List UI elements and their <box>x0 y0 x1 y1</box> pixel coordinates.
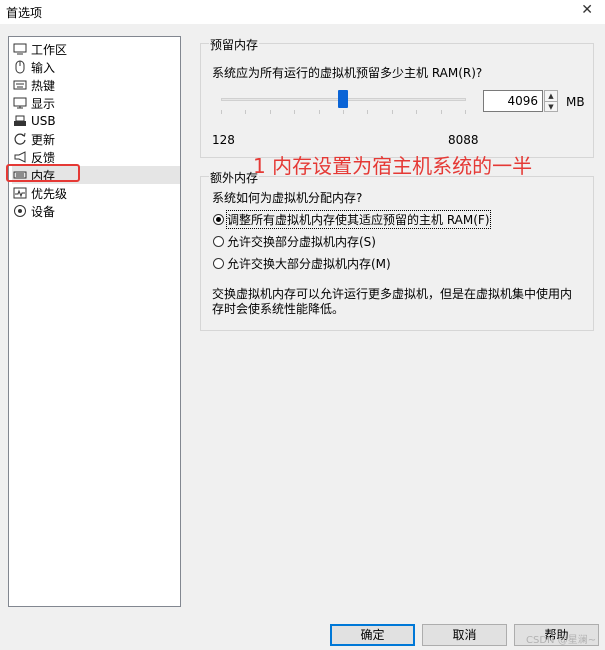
annotation-note: 1 内存设置为宿主机系统的一半 <box>253 154 533 178</box>
reserved-memory-question: 系统应为所有运行的虚拟机预留多少主机 RAM(R)? <box>212 66 483 80</box>
group-title: 预留内存 <box>209 36 260 53</box>
slider-ticks <box>221 110 466 115</box>
slider-tick <box>416 110 418 114</box>
memory-icon <box>12 168 28 182</box>
refresh-icon <box>12 132 28 146</box>
sidebar-item-feedback[interactable]: 反馈 <box>12 148 180 166</box>
sidebar-item-label: 设备 <box>31 204 56 219</box>
slider-tick <box>245 110 247 114</box>
close-icon[interactable]: ✕ <box>581 2 593 18</box>
title-bar: 首选项 ✕ <box>0 0 605 24</box>
memory-slider-thumb[interactable] <box>338 90 349 108</box>
monitor-icon <box>12 96 28 110</box>
pulse-icon <box>12 186 28 200</box>
extra-memory-group: 额外内存 系统如何为虚拟机分配内存? 调整所有虚拟机内存使其适应预留的主机 RA… <box>200 169 594 331</box>
usb-icon <box>12 114 28 128</box>
extra-memory-question: 系统如何为虚拟机分配内存? <box>212 191 363 205</box>
slider-tick <box>367 110 369 114</box>
sidebar-item-input[interactable]: 输入 <box>12 58 180 76</box>
radio-label: 允许交换部分虚拟机内存(S) <box>227 235 376 249</box>
spin-up-icon[interactable]: ▲ <box>545 91 557 101</box>
sidebar-item-display[interactable]: 显示 <box>12 94 180 112</box>
slider-tick <box>318 110 320 114</box>
reserved-memory-group: 预留内存 系统应为所有运行的虚拟机预留多少主机 RAM(R)? ▲ ▼ MB 1… <box>200 36 594 158</box>
radio-label: 允许交换大部分虚拟机内存(M) <box>227 257 391 271</box>
slider-min-label: 128 <box>212 133 235 147</box>
window-title: 首选项 <box>6 6 43 20</box>
watermark: CSDN @星澜~ <box>526 635 597 646</box>
workspace-icon <box>12 42 28 56</box>
group-title: 额外内存 <box>209 169 260 186</box>
category-list[interactable]: 工作区 输入 热键 显示 USB 更新 反馈 内存 优先级 设备 <box>8 36 181 607</box>
sidebar-item-hotkeys[interactable]: 热键 <box>12 76 180 94</box>
megaphone-icon <box>12 150 28 164</box>
description-line-2: 存时会使系统性能降低。 <box>212 302 345 316</box>
slider-max-label: 8088 <box>448 133 479 147</box>
memory-spinner[interactable]: ▲ ▼ <box>544 90 558 112</box>
memory-value-input[interactable] <box>483 90 543 112</box>
sidebar-item-label: 内存 <box>31 168 56 183</box>
slider-tick <box>221 110 222 114</box>
sidebar-item-label: USB <box>31 114 56 128</box>
spin-down-icon[interactable]: ▼ <box>545 101 557 112</box>
radio-swap-most[interactable]: 允许交换大部分虚拟机内存(M) <box>213 255 391 272</box>
ok-button[interactable]: 确定 <box>330 624 415 646</box>
slider-tick <box>294 110 296 114</box>
sidebar-item-label: 显示 <box>31 96 56 111</box>
keyboard-icon <box>12 78 28 92</box>
radio-button[interactable] <box>213 258 224 269</box>
slider-tick <box>391 110 393 114</box>
sidebar-item-label: 反馈 <box>31 150 56 165</box>
slider-tick <box>440 110 442 114</box>
sidebar-item-memory[interactable]: 内存 <box>12 166 180 184</box>
sidebar-item-devices[interactable]: 设备 <box>12 202 180 220</box>
mouse-icon <box>12 60 28 74</box>
device-icon <box>12 204 28 218</box>
slider-tick <box>269 110 271 114</box>
slider-tick <box>343 110 344 114</box>
slider-tick <box>465 110 466 114</box>
sidebar-item-label: 工作区 <box>31 42 68 57</box>
sidebar-item-priority[interactable]: 优先级 <box>12 184 180 202</box>
radio-adjust-memory[interactable]: 调整所有虚拟机内存使其适应预留的主机 RAM(F) <box>213 210 491 229</box>
sidebar-item-workspace[interactable]: 工作区 <box>12 40 180 58</box>
sidebar-item-updates[interactable]: 更新 <box>12 130 180 148</box>
memory-unit: MB <box>566 95 585 109</box>
sidebar-item-label: 优先级 <box>31 186 68 201</box>
radio-swap-some[interactable]: 允许交换部分虚拟机内存(S) <box>213 233 376 250</box>
sidebar-item-usb[interactable]: USB <box>12 112 180 130</box>
radio-label: 调整所有虚拟机内存使其适应预留的主机 RAM(F) <box>226 210 491 229</box>
radio-button[interactable] <box>213 236 224 247</box>
cancel-button[interactable]: 取消 <box>422 624 507 646</box>
sidebar-item-label: 输入 <box>31 60 56 75</box>
radio-button[interactable] <box>213 214 224 225</box>
sidebar-item-label: 热键 <box>31 78 56 93</box>
sidebar-item-label: 更新 <box>31 132 56 147</box>
